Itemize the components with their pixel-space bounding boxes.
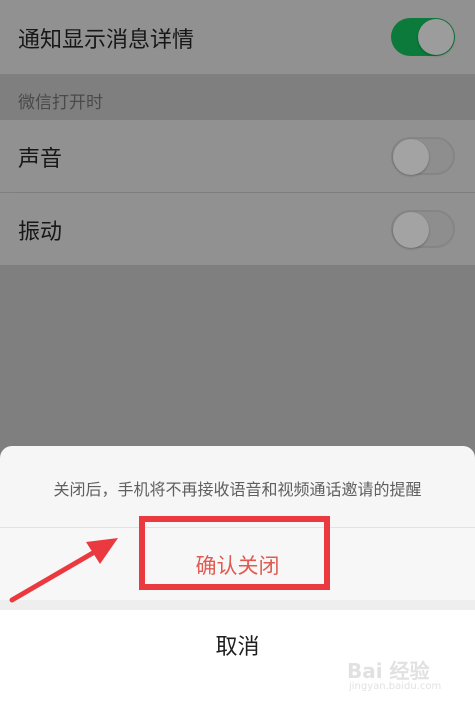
vibrate-row[interactable]: 振动 (0, 193, 475, 265)
toggle-knob (418, 19, 454, 55)
vibrate-toggle[interactable] (391, 210, 455, 248)
section-header-wechat-open: 微信打开时 (18, 93, 103, 113)
sound-label: 声音 (18, 147, 63, 172)
sound-row[interactable]: 声音 (0, 120, 475, 192)
sheet-message: 关闭后，手机将不再接收语音和视频通话邀请的提醒 (53, 480, 422, 499)
baidu-jingyan-watermark: Bai 经验 jingyan.baidu.com (347, 651, 467, 699)
notify-details-label: 通知显示消息详情 (18, 28, 195, 53)
toggle-knob (393, 139, 429, 175)
notify-details-row[interactable]: 通知显示消息详情 (0, 0, 475, 74)
toggle-knob (393, 212, 429, 248)
watermark-logo: Bai 经验 (347, 659, 430, 683)
annotation-highlight-box (139, 516, 330, 590)
notify-details-toggle[interactable] (391, 18, 455, 56)
watermark-url: jingyan.baidu.com (349, 681, 442, 692)
annotation-arrow-icon (9, 538, 118, 603)
sound-toggle[interactable] (391, 137, 455, 175)
vibrate-label: 振动 (18, 220, 63, 245)
